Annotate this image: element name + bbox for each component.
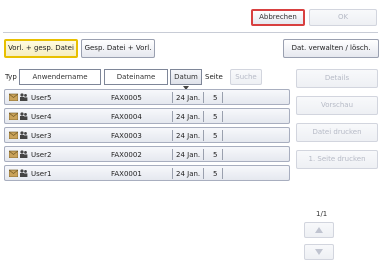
- tab-vorl-gesp-datei[interactable]: Vorl. + gesp. Datei: [4, 39, 78, 58]
- header-dateiname[interactable]: Dateiname: [104, 69, 168, 85]
- column-divider: [222, 149, 223, 160]
- shared-users-icon: [20, 112, 28, 120]
- header-seite[interactable]: Seite: [205, 73, 223, 81]
- column-divider: [172, 92, 173, 103]
- details-button[interactable]: Details: [296, 69, 378, 88]
- column-divider: [203, 149, 204, 160]
- table-row[interactable]: User1 FAX0001 24 Jan. 5: [4, 165, 290, 181]
- type-label: Typ: [5, 73, 17, 81]
- column-divider: [203, 111, 204, 122]
- row-file: FAX0001: [111, 170, 142, 178]
- row-user: User5: [31, 94, 52, 102]
- header-datum[interactable]: Datum: [170, 69, 202, 85]
- table-row[interactable]: User5 FAX0005 24 Jan. 5: [4, 89, 290, 105]
- row-date: 24 Jan.: [176, 94, 201, 102]
- shared-users-icon: [20, 131, 28, 139]
- row-pages: 5: [213, 170, 218, 178]
- preview-button[interactable]: Vorschau: [296, 96, 378, 115]
- header-anwendername[interactable]: Anwendername: [19, 69, 101, 85]
- fax-document-icon: [9, 131, 18, 139]
- fax-document-icon: [9, 169, 18, 177]
- column-divider: [172, 149, 173, 160]
- row-file: FAX0004: [111, 113, 142, 121]
- tab-gesp-datei-vorl[interactable]: Gesp. Datei + Vorl.: [81, 39, 155, 58]
- print-file-button[interactable]: Datei drucken: [296, 123, 378, 142]
- table-row[interactable]: User3 FAX0003 24 Jan. 5: [4, 127, 290, 143]
- row-user: User2: [31, 151, 52, 159]
- column-divider: [203, 168, 204, 179]
- scroll-down-button[interactable]: [304, 244, 334, 260]
- scroll-up-button[interactable]: [304, 222, 334, 238]
- row-pages: 5: [213, 132, 218, 140]
- row-pages: 5: [213, 94, 218, 102]
- column-divider: [222, 130, 223, 141]
- table-row[interactable]: User2 FAX0002 24 Jan. 5: [4, 146, 290, 162]
- table-row[interactable]: User4 FAX0004 24 Jan. 5: [4, 108, 290, 124]
- row-pages: 5: [213, 113, 218, 121]
- row-date: 24 Jan.: [176, 170, 201, 178]
- row-file: FAX0002: [111, 151, 142, 159]
- column-divider: [172, 111, 173, 122]
- triangle-up-icon: [315, 227, 323, 233]
- tab-strip-divider: [3, 32, 378, 33]
- fax-document-icon: [9, 150, 18, 158]
- search-button[interactable]: Suche: [230, 69, 262, 85]
- column-divider: [172, 130, 173, 141]
- triangle-down-icon: [315, 249, 323, 255]
- column-divider: [203, 130, 204, 141]
- column-divider: [172, 168, 173, 179]
- row-date: 24 Jan.: [176, 113, 201, 121]
- row-pages: 5: [213, 151, 218, 159]
- page-counter: 1/1: [316, 210, 328, 218]
- shared-users-icon: [20, 150, 28, 158]
- shared-users-icon: [20, 93, 28, 101]
- ok-button[interactable]: OK: [309, 9, 377, 26]
- row-user: User4: [31, 113, 52, 121]
- fax-document-icon: [9, 112, 18, 120]
- fax-document-icon: [9, 93, 18, 101]
- row-date: 24 Jan.: [176, 151, 201, 159]
- shared-users-icon: [20, 169, 28, 177]
- row-date: 24 Jan.: [176, 132, 201, 140]
- column-divider: [222, 168, 223, 179]
- row-file: FAX0003: [111, 132, 142, 140]
- row-user: User1: [31, 170, 52, 178]
- column-divider: [222, 92, 223, 103]
- cancel-button[interactable]: Abbrechen: [251, 9, 305, 26]
- row-file: FAX0005: [111, 94, 142, 102]
- column-divider: [222, 111, 223, 122]
- tab-dat-verwalten[interactable]: Dat. verwalten / lösch.: [283, 39, 379, 58]
- print-first-page-button[interactable]: 1. Seite drucken: [296, 150, 378, 169]
- column-divider: [203, 92, 204, 103]
- row-user: User3: [31, 132, 52, 140]
